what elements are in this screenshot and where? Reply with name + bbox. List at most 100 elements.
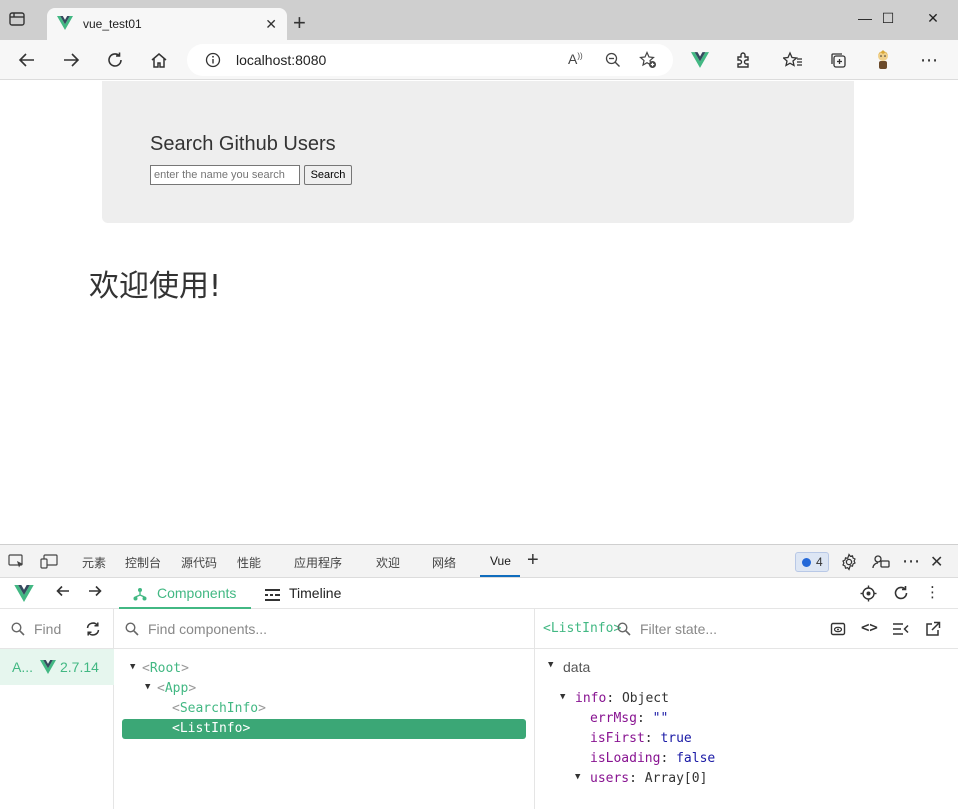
maximize-button[interactable]: ☐ (865, 10, 911, 32)
state-key: isLoading (590, 751, 661, 766)
search-jumbotron: Search Github Users Search (102, 81, 854, 223)
device-emulation-icon[interactable] (40, 554, 58, 574)
home-icon[interactable] (147, 48, 171, 72)
feedback-icon[interactable] (872, 553, 890, 576)
new-tab-icon[interactable]: + (293, 12, 306, 34)
expand-caret-icon[interactable]: ▼ (560, 692, 565, 702)
state-inspector-header: <ListInfo> Filter state... <> (535, 609, 958, 649)
url-text: localhost:8080 (236, 52, 327, 68)
state-key: info (575, 691, 607, 706)
state-key: isFirst (590, 731, 645, 746)
search-icon (11, 622, 25, 641)
app-search-field[interactable]: Find (0, 609, 114, 649)
issues-badge[interactable]: 4 (795, 552, 829, 572)
component-name: App (164, 681, 189, 696)
devtools-tabbar: 元素 控制台 源代码 性能 应用程序 欢迎 网络 Vue + 4 ⋯ ✕ (0, 545, 958, 578)
devtools-tab-application[interactable]: 应用程序 (294, 554, 342, 571)
tab-timeline-label: Timeline (289, 585, 342, 601)
devtools-tab-welcome[interactable]: 欢迎 (376, 554, 400, 571)
active-tab-indicator (480, 575, 520, 577)
close-window-button[interactable]: ✕ (910, 10, 956, 32)
component-name: ListInfo (179, 721, 243, 736)
devtools-tab-elements[interactable]: 元素 (82, 554, 106, 571)
tab-actions-icon[interactable] (8, 10, 36, 38)
open-in-editor-icon[interactable] (925, 621, 941, 642)
tab-components-label: Components (157, 585, 237, 601)
vue-forward-icon[interactable] (87, 583, 103, 604)
state-row-users[interactable]: ▼ users: Array[0] (535, 769, 955, 789)
app-name: A... (12, 659, 34, 675)
browser-toolbar: localhost:8080 A)) ⋯ (0, 40, 958, 80)
read-aloud-icon[interactable]: A)) (568, 51, 583, 67)
issues-count: 4 (816, 555, 823, 569)
tab-components[interactable]: Components (119, 578, 251, 609)
settings-gear-icon[interactable] (840, 553, 858, 576)
tree-node-root[interactable]: ▼ <Root> (122, 659, 527, 679)
search-input[interactable] (150, 165, 300, 185)
select-component-target-icon[interactable] (860, 585, 877, 607)
component-name: Root (149, 661, 182, 676)
favorites-icon[interactable] (781, 48, 805, 72)
component-tree-column: Find components... ▼ <Root> ▼ <App> <Sea… (114, 609, 535, 809)
component-name: SearchInfo (179, 701, 259, 716)
tab-timeline[interactable]: Timeline (263, 578, 353, 609)
devtools-tab-console[interactable]: 控制台 (125, 554, 161, 571)
reload-icon[interactable] (103, 48, 127, 72)
welcome-text: 欢迎使用! (89, 269, 222, 304)
refresh-icon[interactable] (893, 585, 909, 606)
state-row-errmsg[interactable]: errMsg: "" (535, 709, 955, 729)
browser-tab[interactable]: vue_test01 ✕ (47, 8, 287, 40)
search-button[interactable]: Search (304, 165, 352, 185)
vue-version: 2.7.14 (60, 659, 99, 675)
vue-back-icon[interactable] (55, 583, 71, 604)
favorite-add-icon[interactable] (639, 51, 657, 74)
devtools-tab-performance[interactable]: 性能 (237, 554, 261, 571)
more-menu-icon[interactable]: ⋯ (917, 48, 941, 72)
expand-caret-icon[interactable]: ▼ (130, 662, 135, 672)
back-icon[interactable] (15, 48, 39, 72)
state-section-data[interactable]: ▼ data (535, 657, 955, 677)
info-icon[interactable] (205, 52, 221, 73)
collections-icon[interactable] (826, 48, 850, 72)
scroll-to-component-icon[interactable] (830, 621, 846, 642)
refresh-apps-icon[interactable] (85, 621, 101, 642)
expand-caret-icon[interactable]: ▼ (548, 660, 553, 670)
more-tools-add-icon[interactable]: + (527, 549, 539, 572)
profile-avatar[interactable] (871, 48, 895, 72)
inspect-dom-code-icon[interactable]: <> (861, 620, 878, 636)
state-row-info[interactable]: ▼ info: Object (535, 689, 955, 709)
vue-devtools-extension-icon[interactable] (688, 48, 712, 72)
zoom-out-icon[interactable] (605, 52, 621, 73)
devtools-tab-network[interactable]: 网络 (432, 554, 456, 571)
devtools-tab-sources[interactable]: 源代码 (181, 554, 217, 571)
state-row-isloading[interactable]: isLoading: false (535, 749, 955, 769)
state-inspector-column: <ListInfo> Filter state... <> ▼ data ▼ i… (535, 609, 958, 809)
app-search-placeholder: Find (34, 621, 62, 637)
inspect-icon[interactable] (8, 554, 25, 574)
component-search-field[interactable]: Find components... (114, 609, 535, 649)
expand-caret-icon[interactable]: ▼ (145, 682, 150, 692)
extensions-icon[interactable] (732, 48, 756, 72)
tab-close-icon[interactable]: ✕ (265, 16, 277, 33)
vue-logo-icon (40, 660, 56, 679)
search-icon (125, 622, 139, 641)
devtools-more-icon[interactable]: ⋯ (902, 551, 920, 572)
timeline-icon (265, 588, 280, 606)
filter-state-input[interactable]: Filter state... (640, 621, 717, 637)
devtools-tab-vue[interactable]: Vue (490, 554, 511, 568)
tree-node-searchinfo[interactable]: <SearchInfo> (122, 699, 527, 719)
tree-node-listinfo-selected[interactable]: <ListInfo> (122, 719, 526, 739)
vue-more-vertical-icon[interactable]: ⋮ (925, 583, 940, 601)
component-search-placeholder: Find components... (148, 621, 268, 637)
devtools-close-icon[interactable]: ✕ (930, 552, 943, 572)
app-list-item[interactable]: A... 2.7.14 (0, 649, 114, 685)
state-value: "" (652, 711, 669, 726)
state-row-isfirst[interactable]: isFirst: true (535, 729, 955, 749)
tree-node-app[interactable]: ▼ <App> (122, 679, 527, 699)
expand-caret-icon[interactable]: ▼ (575, 772, 580, 782)
address-bar[interactable]: localhost:8080 A)) (187, 44, 673, 76)
state-value: false (676, 751, 716, 766)
forward-icon[interactable] (59, 48, 83, 72)
state-value: true (660, 731, 692, 746)
show-render-code-icon[interactable] (892, 621, 909, 642)
